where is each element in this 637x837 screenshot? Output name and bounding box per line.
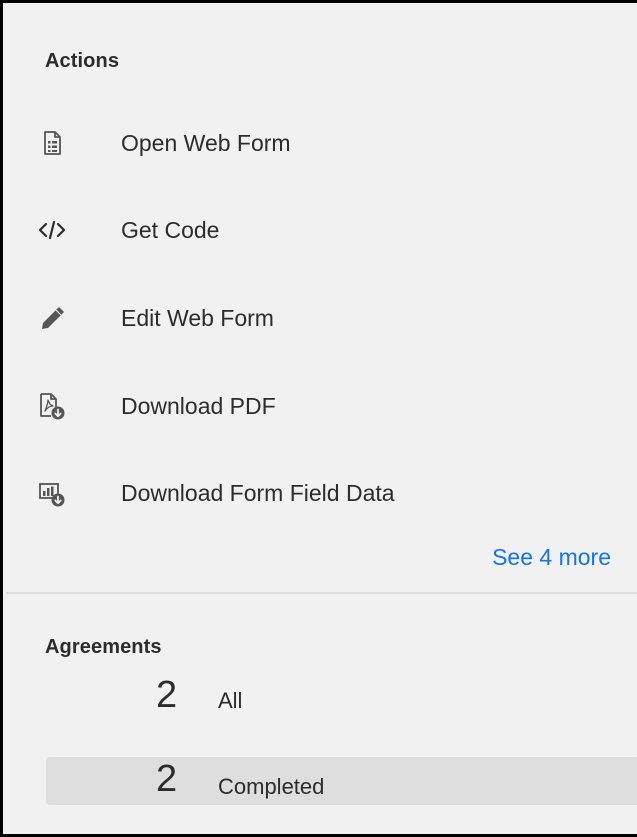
download-pdf-action[interactable]: Download PDF <box>3 376 637 436</box>
see-more-link[interactable]: See 4 more <box>492 544 611 571</box>
actions-heading: Actions <box>45 50 120 72</box>
open-web-form-label: Open Web Form <box>121 130 291 156</box>
completed-label: Completed <box>218 774 325 799</box>
code-icon <box>38 220 66 240</box>
edit-web-form-label: Edit Web Form <box>121 305 274 331</box>
agreements-heading: Agreements <box>45 636 162 658</box>
get-code-action[interactable]: Get Code <box>3 200 637 260</box>
download-pdf-label: Download PDF <box>121 393 276 419</box>
section-divider <box>6 592 637 594</box>
pdf-download-icon <box>40 393 65 420</box>
get-code-label: Get Code <box>121 217 220 243</box>
open-web-form-action[interactable]: Open Web Form <box>3 113 637 173</box>
download-form-field-data-label: Download Form Field Data <box>121 480 395 506</box>
all-label: All <box>218 688 243 713</box>
pencil-icon <box>42 307 64 329</box>
side-panel: Actions Open Web Form Get Code Edit Web … <box>0 0 637 837</box>
completed-count: 2 <box>156 758 178 800</box>
web-form-document-icon <box>44 131 61 155</box>
agreements-filter-all[interactable]: 2 All <box>46 673 637 720</box>
download-form-field-data-action[interactable]: Download Form Field Data <box>3 463 637 523</box>
agreements-filter-completed[interactable]: 2 Completed <box>46 757 637 805</box>
chart-download-icon <box>39 483 65 507</box>
edit-web-form-action[interactable]: Edit Web Form <box>3 288 637 348</box>
all-count: 2 <box>156 674 178 716</box>
